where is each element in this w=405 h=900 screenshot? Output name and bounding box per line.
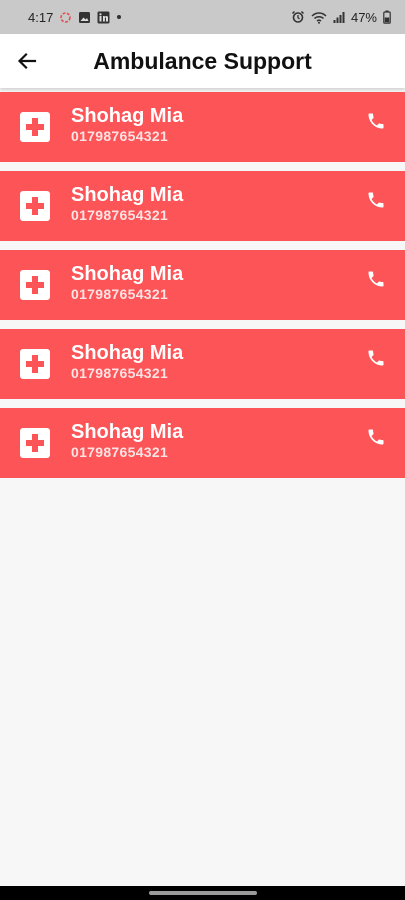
phone-icon <box>368 192 384 208</box>
contact-info: Shohag Mia 017987654321 <box>71 341 364 382</box>
contact-card[interactable]: Shohag Mia 017987654321 <box>0 171 405 241</box>
arrow-left-icon <box>17 52 37 70</box>
contact-card[interactable]: Shohag Mia 017987654321 <box>0 329 405 399</box>
medical-cross-icon <box>20 270 50 300</box>
dot-icon <box>116 14 122 20</box>
medical-cross-icon <box>20 191 50 221</box>
contact-name: Shohag Mia <box>71 262 184 285</box>
call-button[interactable] <box>364 346 388 370</box>
phone-icon <box>368 429 384 445</box>
contact-info: Shohag Mia 017987654321 <box>71 262 364 303</box>
phone-icon <box>368 271 384 287</box>
contact-phone: 017987654321 <box>71 285 169 302</box>
contact-name: Shohag Mia <box>71 420 184 443</box>
medical-cross-icon <box>20 428 50 458</box>
contact-phone: 017987654321 <box>71 364 169 381</box>
gallery-icon <box>78 11 91 24</box>
call-button[interactable] <box>364 267 388 291</box>
contact-card[interactable]: Shohag Mia 017987654321 <box>0 408 405 478</box>
contact-list: Shohag Mia 017987654321 Shohag Mia 01798… <box>0 88 405 478</box>
status-left: 4:17 <box>28 10 122 25</box>
contact-info: Shohag Mia 017987654321 <box>71 183 364 224</box>
status-time: 4:17 <box>28 9 54 25</box>
medical-cross-icon <box>20 349 50 379</box>
system-nav-bar <box>0 886 405 900</box>
status-right: 47% <box>291 10 391 25</box>
signal-icon <box>333 11 345 23</box>
battery-percent: 47% <box>350 9 377 25</box>
contact-name: Shohag Mia <box>71 104 184 127</box>
phone-icon <box>368 113 384 129</box>
notification-ring-icon <box>59 11 72 24</box>
app-bar: Ambulance Support <box>0 34 405 88</box>
contact-phone: 017987654321 <box>71 127 169 144</box>
call-button[interactable] <box>364 425 388 449</box>
battery-icon <box>383 10 391 24</box>
contact-card[interactable]: Shohag Mia 017987654321 <box>0 250 405 320</box>
contact-name: Shohag Mia <box>71 341 184 364</box>
contact-card[interactable]: Shohag Mia 017987654321 <box>0 92 405 162</box>
contact-info: Shohag Mia 017987654321 <box>71 104 364 145</box>
contact-phone: 017987654321 <box>71 206 169 223</box>
call-button[interactable] <box>364 109 388 133</box>
status-bar: 4:17 47% <box>0 0 405 34</box>
phone-icon <box>368 350 384 366</box>
call-button[interactable] <box>364 188 388 212</box>
wifi-icon <box>311 11 327 24</box>
contact-phone: 017987654321 <box>71 443 169 460</box>
alarm-icon <box>291 10 305 24</box>
medical-cross-icon <box>20 112 50 142</box>
page-title: Ambulance Support <box>93 47 312 74</box>
contact-info: Shohag Mia 017987654321 <box>71 420 364 461</box>
home-indicator[interactable] <box>148 891 257 895</box>
contact-name: Shohag Mia <box>71 183 184 206</box>
linkedin-icon <box>97 11 110 24</box>
back-button[interactable] <box>0 34 54 88</box>
